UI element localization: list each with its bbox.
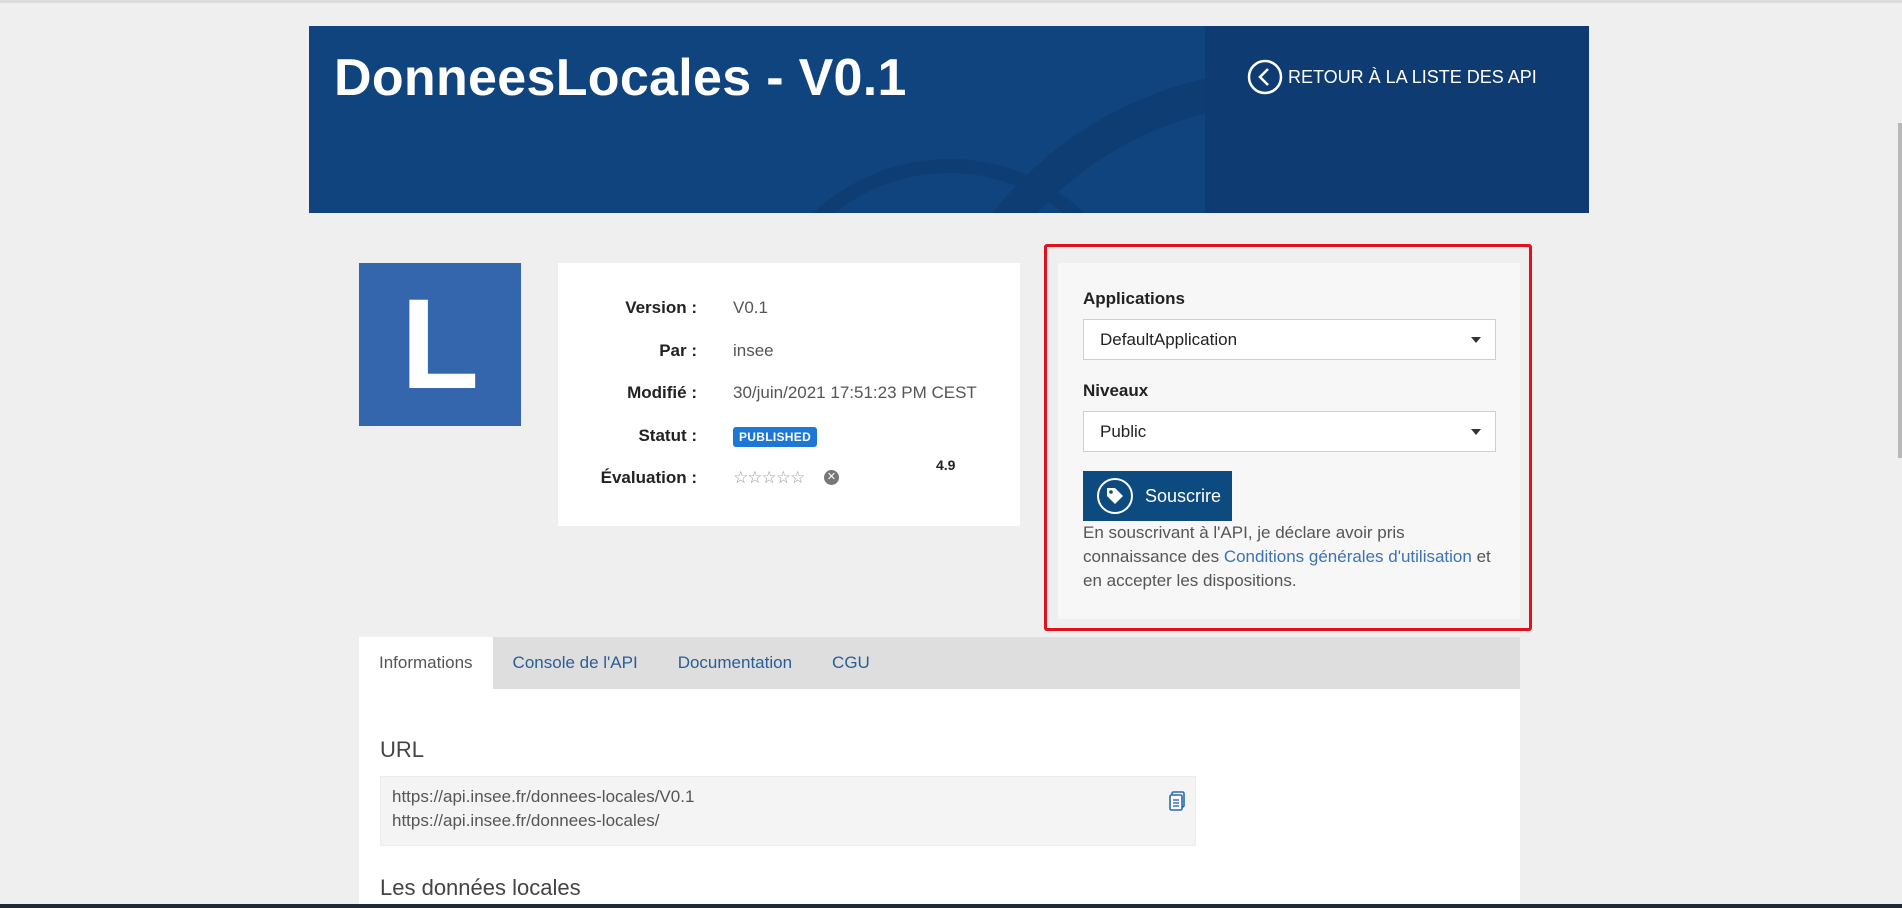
- author-row: Par : insee: [558, 336, 1020, 366]
- version-value: V0.1: [733, 298, 768, 317]
- back-to-api-list-link[interactable]: RETOUR À LA LISTE DES API: [1247, 59, 1537, 95]
- tab-content: URL https://api.insee.fr/donnees-locales…: [359, 689, 1520, 908]
- author-label: Par :: [659, 341, 697, 360]
- tab-informations[interactable]: Informations: [359, 637, 493, 689]
- status-row: Statut : PUBLISHED: [558, 421, 1020, 451]
- version-label: Version :: [625, 298, 697, 317]
- rating-row: Évaluation : ☆☆☆☆☆ ✕ 4.9: [558, 457, 1020, 493]
- header-banner: DonneesLocales - V0.1 RETOUR À LA LISTE …: [309, 26, 1589, 213]
- status-label: Statut :: [638, 426, 697, 445]
- subscription-highlight: [1044, 244, 1532, 631]
- chevron-left-icon: [1247, 59, 1283, 95]
- url-section-title: URL: [380, 737, 425, 762]
- api-tabs: Informations Console de l'API Documentat…: [359, 637, 1520, 689]
- api-info-card: Version : V0.1 Par : insee Modifié : 30/…: [558, 263, 1020, 526]
- url-line[interactable]: https://api.insee.fr/donnees-locales/V0.…: [392, 787, 694, 807]
- tab-api-console[interactable]: Console de l'API: [493, 637, 658, 689]
- rating-label: Évaluation :: [600, 468, 697, 487]
- rating-stars[interactable]: ☆☆☆☆☆: [733, 468, 805, 488]
- status-badge: PUBLISHED: [733, 427, 818, 447]
- url-line[interactable]: https://api.insee.fr/donnees-locales/: [392, 811, 659, 831]
- rating-value: 4.9: [936, 457, 956, 473]
- back-link-label: RETOUR À LA LISTE DES API: [1288, 66, 1537, 87]
- tab-documentation[interactable]: Documentation: [658, 637, 812, 689]
- modified-value: 30/juin/2021 17:51:23 PM CEST: [733, 383, 977, 402]
- version-row: Version : V0.1: [558, 293, 1020, 323]
- api-logo-letter: L: [400, 272, 480, 416]
- local-data-section-title: Les données locales: [380, 875, 581, 900]
- page-title: DonneesLocales - V0.1: [334, 49, 907, 107]
- taskbar-edge: [0, 904, 1902, 908]
- url-box: https://api.insee.fr/donnees-locales/V0.…: [380, 776, 1196, 846]
- modified-label: Modifié :: [627, 383, 697, 402]
- banner-right-panel: [1205, 26, 1589, 213]
- modified-row: Modifié : 30/juin/2021 17:51:23 PM CEST: [558, 378, 1020, 408]
- page-scrollbar[interactable]: [1898, 123, 1902, 458]
- api-logo: L: [359, 263, 521, 426]
- tab-cgu[interactable]: CGU: [812, 637, 890, 689]
- clear-rating-icon[interactable]: ✕: [824, 470, 839, 485]
- author-value: insee: [733, 341, 774, 360]
- copy-icon[interactable]: [1169, 791, 1185, 811]
- top-border: [0, 0, 1902, 3]
